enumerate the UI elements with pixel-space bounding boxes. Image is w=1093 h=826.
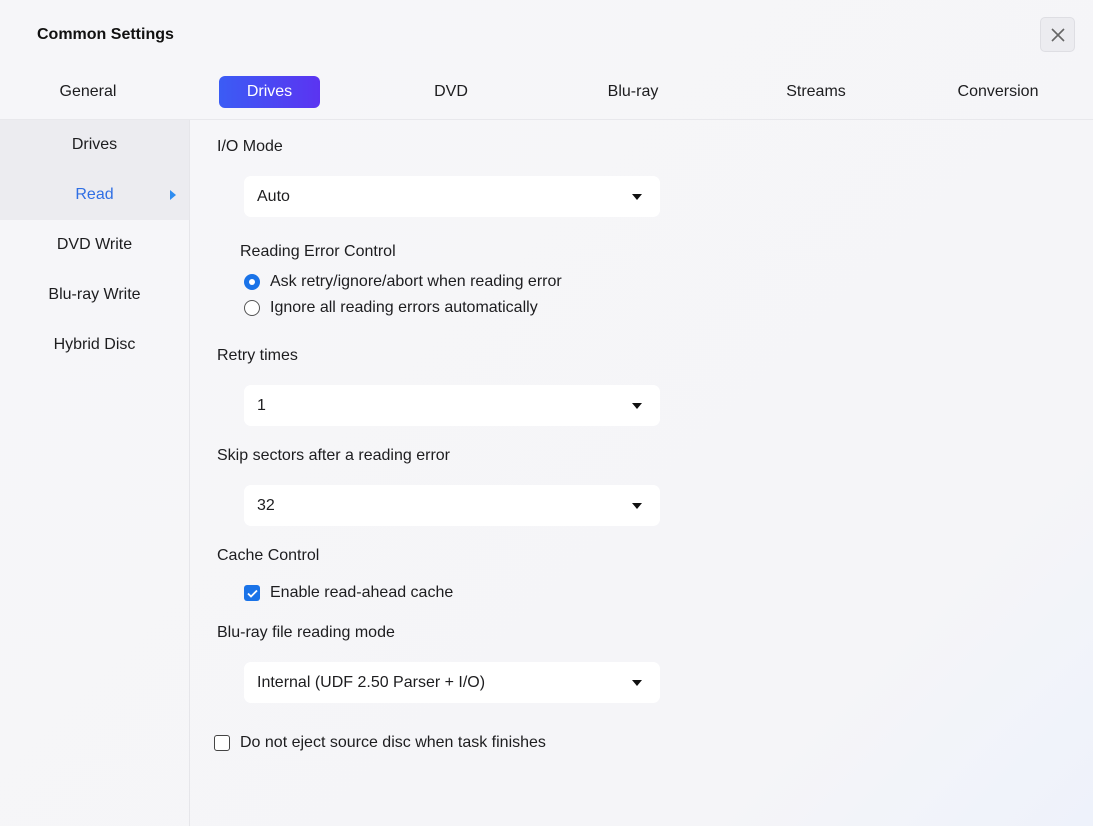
no-eject-label: Do not eject source disc when task finis… <box>240 734 546 751</box>
tab-general[interactable]: General <box>38 76 138 108</box>
bluray-mode-label: Blu-ray file reading mode <box>217 624 395 641</box>
bluray-mode-select[interactable]: Internal (UDF 2.50 Parser + I/O) <box>244 662 660 703</box>
cache-control-label: Cache Control <box>217 547 320 564</box>
io-mode-label: I/O Mode <box>217 138 283 155</box>
chevron-down-icon <box>632 680 642 686</box>
radio-checked-icon <box>244 274 260 290</box>
sidebar-item-label: DVD Write <box>56 236 133 253</box>
tab-bluray[interactable]: Blu-ray <box>583 76 683 108</box>
io-mode-select[interactable]: Auto <box>244 176 660 217</box>
skip-sectors-value: 32 <box>257 496 275 514</box>
tab-bar: General Drives DVD Blu-ray Streams Conve… <box>0 76 1093 110</box>
radio-ask-retry[interactable]: Ask retry/ignore/abort when reading erro… <box>244 273 562 291</box>
retry-times-label: Retry times <box>217 347 298 364</box>
retry-times-select[interactable]: 1 <box>244 385 660 426</box>
radio-ignore-errors-label: Ignore all reading errors automatically <box>270 299 538 316</box>
sidebar-item-bluray-write[interactable]: Blu-ray Write <box>0 270 189 320</box>
tab-drives[interactable]: Drives <box>219 76 320 108</box>
sidebar-group-drives: Drives Read <box>0 120 189 220</box>
reading-error-control-label: Reading Error Control <box>240 243 396 260</box>
radio-ignore-errors[interactable]: Ignore all reading errors automatically <box>244 299 538 317</box>
retry-times-value: 1 <box>257 396 266 414</box>
read-ahead-label: Enable read-ahead cache <box>270 584 454 601</box>
tab-dvd[interactable]: DVD <box>401 76 501 108</box>
sidebar-item-drives[interactable]: Drives <box>0 120 189 170</box>
sidebar-item-label: Blu-ray Write <box>48 286 141 303</box>
caret-right-icon <box>170 190 176 200</box>
settings-panel: I/O Mode Auto Reading Error Control Ask … <box>190 120 1093 826</box>
checkbox-unchecked-icon <box>214 735 230 751</box>
sidebar-item-hybrid-disc[interactable]: Hybrid Disc <box>0 320 189 370</box>
io-mode-value: Auto <box>257 187 290 205</box>
sidebar-item-dvd-write[interactable]: DVD Write <box>0 220 189 270</box>
sidebar: Drives Read DVD Write Blu-ray Write Hybr… <box>0 120 190 826</box>
close-button[interactable] <box>1040 17 1075 52</box>
chevron-down-icon <box>632 194 642 200</box>
chevron-down-icon <box>632 403 642 409</box>
check-icon <box>244 585 260 601</box>
close-icon <box>1050 27 1065 42</box>
no-eject-checkbox[interactable]: Do not eject source disc when task finis… <box>214 734 546 752</box>
bluray-mode-value: Internal (UDF 2.50 Parser + I/O) <box>257 673 486 691</box>
chevron-down-icon <box>632 503 642 509</box>
sidebar-item-read[interactable]: Read <box>0 170 189 220</box>
radio-unchecked-icon <box>244 300 260 316</box>
skip-sectors-select[interactable]: 32 <box>244 485 660 526</box>
sidebar-item-label: Read <box>75 186 114 203</box>
read-ahead-checkbox[interactable]: Enable read-ahead cache <box>244 584 453 602</box>
sidebar-item-label: Hybrid Disc <box>53 336 136 353</box>
tab-conversion[interactable]: Conversion <box>943 76 1053 108</box>
skip-sectors-label: Skip sectors after a reading error <box>217 447 450 464</box>
window-title: Common Settings <box>37 26 174 43</box>
radio-ask-retry-label: Ask retry/ignore/abort when reading erro… <box>270 273 562 290</box>
tab-streams[interactable]: Streams <box>766 76 866 108</box>
sidebar-item-label: Drives <box>71 136 118 153</box>
